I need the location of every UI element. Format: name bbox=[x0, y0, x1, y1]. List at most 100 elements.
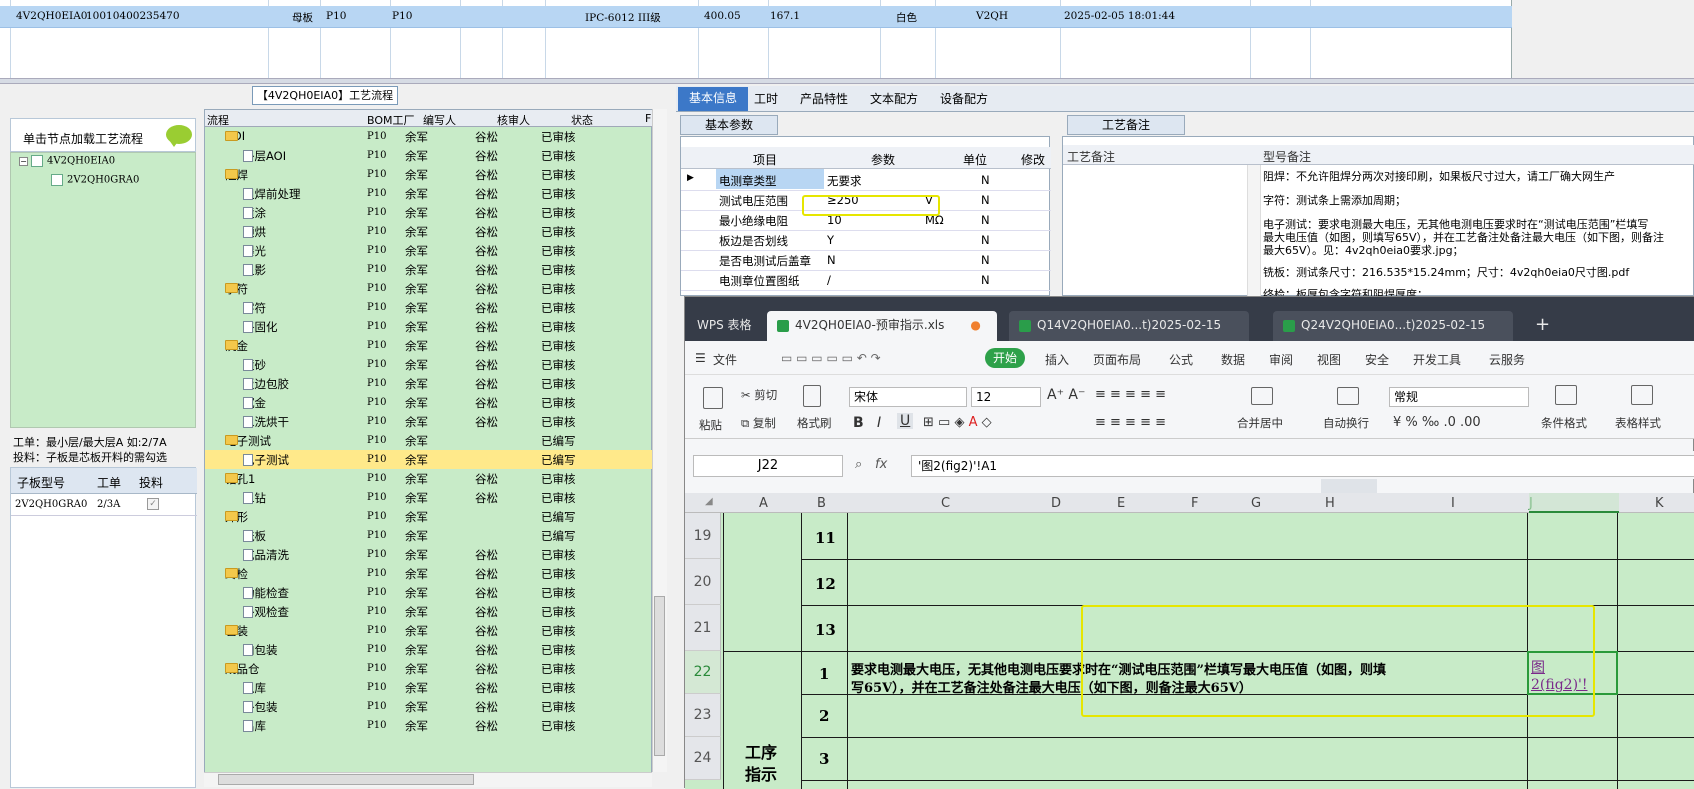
bold-icon[interactable]: B bbox=[853, 415, 864, 431]
process-row[interactable]: 电子测试 P10 余军 已编写 bbox=[205, 431, 653, 450]
cell-b19[interactable]: 11 bbox=[815, 529, 836, 547]
table-style-icon[interactable] bbox=[1631, 385, 1653, 405]
cell-b23[interactable]: 2 bbox=[819, 707, 829, 725]
tab-text-recipe[interactable]: 文本配方 bbox=[870, 90, 918, 107]
col-i[interactable]: I bbox=[1451, 496, 1455, 511]
row-header-19[interactable]: 19 bbox=[685, 513, 721, 559]
zoom-icon[interactable]: ⌕ bbox=[855, 457, 862, 472]
process-hscroll-thumb[interactable] bbox=[218, 774, 474, 785]
merge-icon[interactable] bbox=[1251, 387, 1273, 405]
tab-worktime[interactable]: 工时 bbox=[754, 90, 778, 107]
order-row-selected[interactable]: 4V2QH0EIA0 10010400235470 母板 P10 P10 IPC… bbox=[0, 6, 1512, 28]
process-row[interactable]: 沉金 P10 余军 谷松 已审核 bbox=[205, 393, 653, 412]
process-row[interactable]: 铣板 P10 余军 已编写 bbox=[205, 526, 653, 545]
row-header-22[interactable]: 22 bbox=[685, 651, 721, 694]
cut-button[interactable]: ✂ 剪切 bbox=[741, 387, 777, 403]
merge-button[interactable]: 合并居中 bbox=[1237, 415, 1283, 431]
paste-icon[interactable] bbox=[703, 387, 723, 409]
autowrap-button[interactable]: 自动换行 bbox=[1323, 415, 1369, 431]
wps-tab-3[interactable]: Q24V2QH0EIA0...t)2025-02-15 bbox=[1273, 311, 1513, 341]
param-row[interactable]: 电测章类型 ▶ 无要求 N bbox=[681, 169, 1051, 191]
process-row[interactable]: 板边包胶 P10 余军 谷松 已审核 bbox=[205, 374, 653, 393]
percent-icon[interactable]: ¥ % ‰ .0 .00 bbox=[1393, 415, 1481, 430]
process-row[interactable]: 钻孔1 P10 余军 谷松 已审核 bbox=[205, 469, 653, 488]
tab-equipment-recipe[interactable]: 设备配方 bbox=[940, 90, 988, 107]
process-row[interactable]: 外形 P10 余军 已编写 bbox=[205, 507, 653, 526]
toolbar-quick-icons[interactable]: ▭ ▭ ▭ ▭ ▭ ↶ ↷ bbox=[781, 351, 881, 365]
cell-b22[interactable]: 1 bbox=[819, 665, 829, 683]
menu-cloud[interactable]: 云服务 bbox=[1489, 351, 1525, 368]
table-style-button[interactable]: 表格样式 bbox=[1615, 415, 1661, 431]
row-header-21[interactable]: 21 bbox=[685, 605, 721, 651]
cell-b20[interactable]: 12 bbox=[815, 575, 836, 593]
align-top-icon[interactable]: ≡ ≡ ≡ ≡ ≡ bbox=[1095, 387, 1166, 402]
tab-basic-params[interactable]: 基本参数 bbox=[680, 115, 778, 135]
row-header-23[interactable]: 23 bbox=[685, 694, 721, 737]
border-icon[interactable]: ⊞ ▭ ◈ A ◇ bbox=[923, 415, 992, 430]
cond-format-button[interactable]: 条件格式 bbox=[1541, 415, 1587, 431]
fx-icon[interactable]: fx bbox=[875, 457, 887, 472]
wps-brand[interactable]: WPS 表格 bbox=[697, 311, 752, 341]
new-tab-plus-icon[interactable]: + bbox=[1535, 311, 1550, 341]
process-row[interactable]: 阻焊 P10 余军 谷松 已审核 bbox=[205, 165, 653, 184]
menu-dev-tools[interactable]: 开发工具 bbox=[1413, 351, 1461, 368]
number-format-select[interactable]: 常规 bbox=[1389, 387, 1529, 407]
tree-node-child[interactable]: 2V2QH0GRA0 bbox=[51, 174, 139, 186]
formula-input[interactable]: '图2(fig2)'!A1 bbox=[911, 455, 1694, 477]
process-row[interactable]: 包装 P10 余军 谷松 已审核 bbox=[205, 621, 653, 640]
collapse-icon[interactable]: − bbox=[19, 156, 28, 166]
process-row[interactable]: 出库 P10 余军 谷松 已审核 bbox=[205, 716, 653, 735]
col-g[interactable]: G bbox=[1251, 496, 1261, 511]
name-box[interactable]: J22 bbox=[693, 455, 843, 477]
process-row[interactable]: 电子测试 P10 余军 已编写 bbox=[205, 450, 653, 469]
process-row[interactable]: 喷砂 P10 余军 谷松 已审核 bbox=[205, 355, 653, 374]
copy-button[interactable]: ⧉ 复制 bbox=[741, 415, 776, 431]
wps-tab-2[interactable]: Q14V2QH0EIA0...t)2025-02-15 bbox=[1009, 311, 1249, 341]
col-f[interactable]: F bbox=[1191, 496, 1198, 511]
menu-data[interactable]: 数据 bbox=[1221, 351, 1245, 368]
process-row[interactable]: 终固化 P10 余军 谷松 已审核 bbox=[205, 317, 653, 336]
format-painter-icon[interactable] bbox=[803, 385, 821, 407]
checkbox-icon[interactable] bbox=[31, 155, 43, 167]
font-grow-icon[interactable]: A⁺ A⁻ bbox=[1047, 387, 1085, 403]
menu-start[interactable]: 开始 bbox=[985, 348, 1025, 368]
menu-file[interactable]: 文件 bbox=[713, 351, 737, 368]
process-row[interactable]: 内包装 P10 余军 谷松 已审核 bbox=[205, 640, 653, 659]
wps-tab-active[interactable]: 4V2QH0EIA0-预审指示.xls ● bbox=[767, 311, 997, 341]
param-param[interactable]: N bbox=[827, 253, 836, 267]
col-k[interactable]: K bbox=[1655, 496, 1664, 511]
splitter[interactable] bbox=[0, 78, 1694, 84]
process-row[interactable]: 外包装 P10 余军 谷松 已审核 bbox=[205, 697, 653, 716]
menu-view[interactable]: 视图 bbox=[1317, 351, 1341, 368]
col-c[interactable]: C bbox=[941, 496, 950, 511]
tab-basic-info[interactable]: 基本信息 bbox=[678, 87, 748, 111]
subboard-row[interactable]: 2V2QH0GRA0 2/3A ✓ bbox=[11, 494, 197, 516]
menu-page-layout[interactable]: 页面布局 bbox=[1093, 351, 1141, 368]
process-row[interactable]: 水洗烘干 P10 余军 谷松 已审核 bbox=[205, 412, 653, 431]
process-row[interactable]: 预烘 P10 余军 谷松 已审核 bbox=[205, 222, 653, 241]
row-header-20[interactable]: 20 bbox=[685, 559, 721, 605]
process-row[interactable]: 成品仓 P10 余军 谷松 已审核 bbox=[205, 659, 653, 678]
font-select[interactable]: 宋体 bbox=[849, 387, 967, 407]
checkbox-icon[interactable] bbox=[51, 174, 63, 186]
process-row[interactable]: 外层AOI P10 余军 谷松 已审核 bbox=[205, 146, 653, 165]
process-row[interactable]: 成品清洗 P10 余军 谷松 已审核 bbox=[205, 545, 653, 564]
tab-process-remark[interactable]: 工艺备注 bbox=[1067, 115, 1185, 135]
cell-b21[interactable]: 13 bbox=[815, 621, 836, 639]
col-d[interactable]: D bbox=[1051, 496, 1061, 511]
col-a[interactable]: A bbox=[759, 496, 768, 511]
format-painter-button[interactable]: 格式刷 bbox=[797, 415, 832, 431]
col-e[interactable]: E bbox=[1117, 496, 1125, 511]
param-param[interactable]: 无要求 bbox=[827, 173, 862, 189]
process-row[interactable]: AOI P10 余军 谷松 已审核 bbox=[205, 127, 653, 146]
select-all-icon[interactable]: ◢ bbox=[705, 496, 713, 507]
feed-checkbox[interactable]: ✓ bbox=[147, 498, 159, 510]
row-header-24[interactable]: 24 bbox=[685, 737, 721, 780]
process-row[interactable]: 功能检查 P10 余军 谷松 已审核 bbox=[205, 583, 653, 602]
param-row[interactable]: 电测章位置图纸 / N bbox=[681, 269, 1051, 291]
process-row[interactable]: 喷涂 P10 余军 谷松 已审核 bbox=[205, 203, 653, 222]
process-row[interactable]: 阻焊前处理 P10 余军 谷松 已审核 bbox=[205, 184, 653, 203]
tree-node-root[interactable]: −4V2QH0EIA0 bbox=[19, 155, 115, 167]
italic-icon[interactable]: I bbox=[877, 415, 881, 431]
process-row[interactable]: 终检 P10 余军 谷松 已审核 bbox=[205, 564, 653, 583]
